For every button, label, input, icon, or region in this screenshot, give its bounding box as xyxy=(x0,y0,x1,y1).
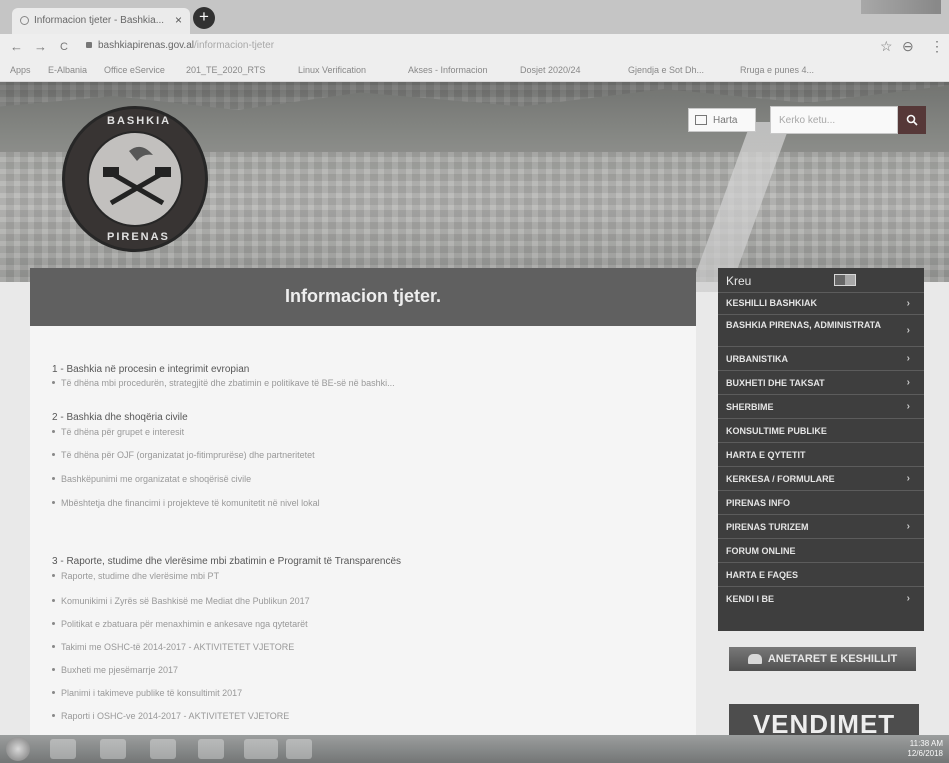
bookmark-item[interactable]: Rruga e punes 4... xyxy=(740,65,814,75)
chevron-right-icon: › xyxy=(906,520,910,532)
chevron-right-icon: › xyxy=(906,592,910,604)
start-button-icon[interactable] xyxy=(6,737,30,761)
list-item[interactable]: Të dhëna mbi procedurën, strategjitë dhe… xyxy=(52,378,395,388)
language-flags-icon[interactable] xyxy=(834,274,856,286)
page-title: Informacion tjeter. xyxy=(284,286,442,306)
lock-icon xyxy=(86,42,92,48)
back-icon[interactable]: ← xyxy=(10,39,23,54)
list-item[interactable]: Planimi i takimeve publike të konsultimi… xyxy=(52,688,242,698)
list-item[interactable]: Takimi me OSHC-të 2014-2017 - AKTIVITETE… xyxy=(52,642,294,652)
browser-toolbar: ← → C bashkiapirenas.gov.al/informacion-… xyxy=(0,34,949,60)
map-link-button[interactable]: Harta xyxy=(688,108,756,132)
council-members-button[interactable]: ANETARET E KESHILLIT xyxy=(729,647,916,671)
section-title: 1 - Bashkia në procesin e integrimit evr… xyxy=(52,364,250,375)
os-taskbar: 11:38 AM 12/6/2018 xyxy=(0,735,949,763)
chevron-right-icon: › xyxy=(906,376,910,388)
chevron-right-icon: › xyxy=(906,400,910,412)
sidebar-item-info[interactable]: PIRENAS INFO xyxy=(718,490,924,514)
file-explorer-icon[interactable] xyxy=(198,739,224,759)
system-clock[interactable]: 11:38 AM 12/6/2018 xyxy=(907,739,943,759)
chevron-right-icon: › xyxy=(906,324,910,336)
list-item[interactable]: Të dhëna për grupet e interesit xyxy=(52,427,184,437)
forward-icon[interactable]: → xyxy=(34,39,47,54)
people-icon xyxy=(747,654,762,665)
sidebar-item-turizem[interactable]: PIRENAS TURIZEM › xyxy=(718,514,924,538)
map-icon xyxy=(695,115,707,125)
list-item[interactable]: Bashkëpunimi me organizatat e shoqërisë … xyxy=(52,474,251,484)
url-path: /informacion-tjeter xyxy=(194,40,275,51)
section-title: 3 - Raporte, studime dhe vlerësime mbi z… xyxy=(52,556,402,567)
sidebar-item-harta-qytetit[interactable]: HARTA E QYTETIT xyxy=(718,442,924,466)
reload-icon[interactable]: C xyxy=(60,41,68,53)
council-members-label: ANETARET E KESHILLIT xyxy=(767,653,898,665)
page-title-banner: Informacion tjeter. xyxy=(30,268,696,335)
sidebar-item-forum[interactable]: FORUM ONLINE xyxy=(718,538,924,562)
bookmarks-bar: Apps E-Albania Office eService 201_TE_20… xyxy=(0,60,949,82)
browser-tabbar: Informacion tjeter - Bashkia... × + xyxy=(0,0,949,34)
list-item[interactable]: Komunikimi i Zyrës së Bashkisë me Mediat… xyxy=(52,596,310,606)
bookmark-item[interactable]: Apps xyxy=(10,65,31,75)
magnifier-icon xyxy=(906,114,918,126)
search-input[interactable]: Kerko ketu... xyxy=(770,106,898,134)
main-content: 1 - Bashkia në procesin e integrimit evr… xyxy=(30,326,696,735)
map-link-label: Harta xyxy=(713,115,738,126)
list-item[interactable]: Raporte, studime dhe vlerësime mbi PT xyxy=(52,571,219,581)
bookmark-star-icon[interactable]: ☆ xyxy=(880,38,893,55)
bookmark-item[interactable]: 201_TE_2020_RTS xyxy=(186,65,265,75)
sidebar-item-buxheti[interactable]: BUXHETI DHE TAKSAT › xyxy=(718,370,924,394)
ie-browser-icon[interactable] xyxy=(50,739,76,759)
sidebar-item-harta-faqes[interactable]: HARTA E FAQES xyxy=(718,562,924,586)
bookmark-item[interactable]: Akses - Informacion xyxy=(408,65,488,75)
tab-title: Informacion tjeter - Bashkia... xyxy=(34,15,165,26)
logo-text-top: BASHKIA xyxy=(107,115,172,127)
page-favicon-icon xyxy=(20,16,29,25)
municipality-logo[interactable]: BASHKIA PIRENAS xyxy=(62,106,208,252)
sidebar-item-administrata[interactable]: BASHKIA PIRENAS, ADMINISTRATA › xyxy=(718,314,924,346)
url-domain: bashkiapirenas.gov.al xyxy=(98,40,194,51)
window-controls[interactable] xyxy=(861,0,941,14)
web-page: BASHKIA PIRENAS Harta Kerko ketu... Info… xyxy=(0,82,949,735)
chrome-icon[interactable] xyxy=(244,739,278,759)
clock-time: 11:38 AM xyxy=(909,739,943,748)
menu-title: Kreu xyxy=(726,274,752,288)
sidebar-menu: Kreu KESHILLI BASHKIAK › BASHKIA PIRENAS,… xyxy=(718,268,924,631)
sidebar-item-keshilli[interactable]: KESHILLI BASHKIAK › xyxy=(718,292,924,314)
decisions-banner[interactable]: VENDIMET xyxy=(729,704,919,735)
bookmark-item[interactable]: Office eService xyxy=(104,65,165,75)
search-icon[interactable] xyxy=(898,106,926,134)
word-app-icon[interactable] xyxy=(286,739,312,759)
browser-tab[interactable]: Informacion tjeter - Bashkia... × xyxy=(12,8,190,34)
clock-date: 12/6/2018 xyxy=(907,749,943,758)
new-tab-button[interactable]: + xyxy=(193,7,215,29)
office-app-icon[interactable] xyxy=(150,739,176,759)
bookmark-item[interactable]: Gjendja e Sot Dh... xyxy=(628,65,704,75)
list-item[interactable]: Politikat e zbatuara për menaxhimin e an… xyxy=(52,619,308,629)
bookmark-item[interactable]: Linux Verification xyxy=(298,65,366,75)
list-item[interactable]: Mbështetja dhe financimi i projekteve të… xyxy=(52,498,320,508)
bookmark-item[interactable]: E-Albania xyxy=(48,65,87,75)
crossed-pickaxes-icon xyxy=(103,146,171,206)
media-player-icon[interactable] xyxy=(100,739,126,759)
sidebar-item-urbanistika[interactable]: URBANISTIKA › xyxy=(718,346,924,370)
list-item[interactable]: Buxheti me pjesëmarrje 2017 xyxy=(52,665,178,675)
sidebar-item-sherbime[interactable]: SHERBIME › xyxy=(718,394,924,418)
sidebar-item-kerkesa[interactable]: KERKESA / FORMULARE › xyxy=(718,466,924,490)
list-item[interactable]: Të dhëna për OJF (organizatat jo-fitimpr… xyxy=(52,450,315,460)
logo-text-bottom: PIRENAS xyxy=(107,231,170,243)
section-title: 2 - Bashkia dhe shoqëria civile xyxy=(52,412,188,423)
chevron-right-icon: › xyxy=(906,297,910,309)
account-icon[interactable]: ⊖ xyxy=(902,38,914,55)
sidebar-item-kendi-be[interactable]: KENDI I BE › xyxy=(718,586,924,610)
close-tab-icon[interactable]: × xyxy=(175,13,182,27)
menu-header[interactable]: Kreu xyxy=(718,268,924,290)
address-bar[interactable]: bashkiapirenas.gov.al/informacion-tjeter xyxy=(86,40,846,56)
bookmark-item[interactable]: Dosjet 2020/24 xyxy=(520,65,581,75)
menu-dots-icon[interactable]: ⋮ xyxy=(930,38,944,55)
chevron-right-icon: › xyxy=(906,472,910,484)
chevron-right-icon: › xyxy=(906,352,910,364)
logo-emblem xyxy=(87,131,183,227)
sidebar-item-konsultime[interactable]: KONSULTIME PUBLIKE xyxy=(718,418,924,442)
list-item[interactable]: Raporti i OSHC-ve 2014-2017 - AKTIVITETE… xyxy=(52,711,289,721)
